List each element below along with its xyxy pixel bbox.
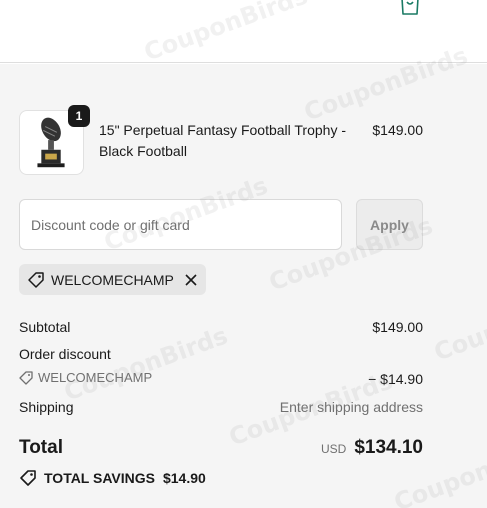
shipping-value: Enter shipping address	[279, 399, 423, 415]
tag-icon	[19, 370, 33, 385]
tag-icon	[20, 470, 36, 486]
shopping-bag-icon[interactable]	[399, 0, 421, 16]
currency-code: USD	[320, 442, 347, 456]
product-price: $149.00	[372, 122, 423, 138]
total-amount-group: USD $134.10	[321, 437, 423, 459]
discount-code-line: WELCOMECHAMP	[19, 370, 152, 385]
order-discount-label: Order discount	[19, 346, 111, 362]
subtotal-value: $149.00	[372, 319, 423, 335]
apply-discount-button[interactable]: Apply	[356, 199, 423, 250]
tag-icon	[28, 271, 44, 288]
header-bar	[0, 0, 487, 63]
total-value: $134.10	[354, 437, 423, 458]
product-name: 15" Perpetual Fantasy Football Trophy - …	[99, 122, 346, 159]
savings-value: $14.90	[162, 470, 206, 486]
applied-discount-chip: WELCOMECHAMP	[19, 264, 206, 295]
discount-value: − $14.90	[368, 371, 423, 387]
shipping-label: Shipping	[19, 399, 74, 415]
quantity-badge: 1	[68, 105, 90, 127]
subtotal-label: Subtotal	[19, 319, 71, 335]
discount-code-input[interactable]	[19, 199, 342, 250]
applied-code-label: WELCOMECHAMP	[51, 271, 174, 288]
savings-label: TOTAL SAVINGS	[44, 470, 155, 486]
discount-code-text: WELCOMECHAMP	[38, 370, 153, 385]
close-icon[interactable]	[184, 273, 198, 287]
total-label: Total	[19, 437, 63, 458]
total-savings: TOTAL SAVINGS $14.90	[19, 469, 206, 487]
order-summary: 1 15" Perpetual Fantasy Football Trophy …	[0, 64, 487, 508]
